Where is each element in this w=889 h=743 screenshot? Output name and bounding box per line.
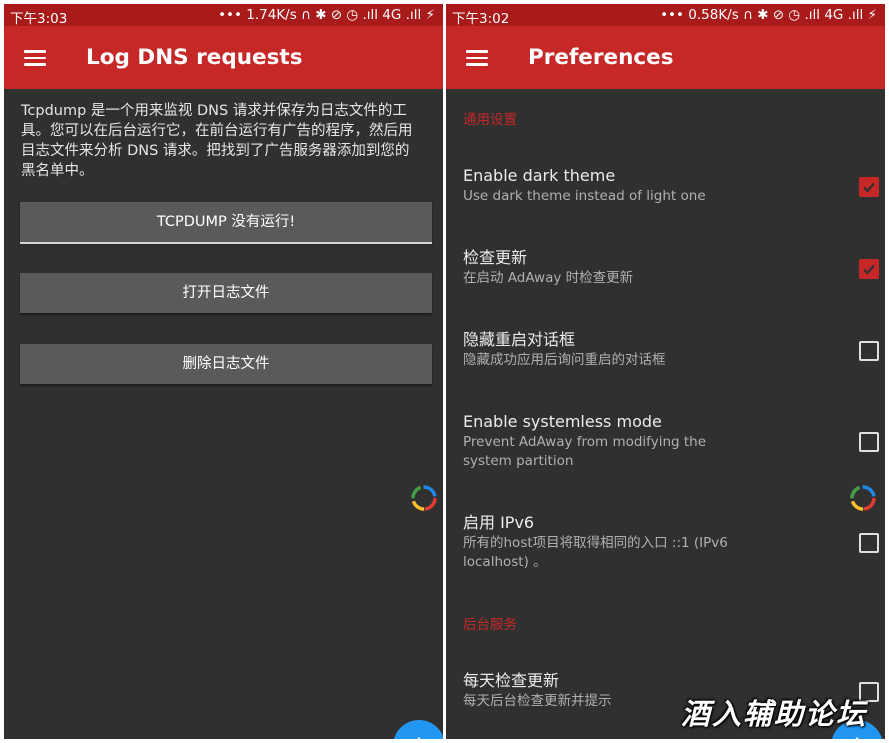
tcpdump-toggle-label: TCPDUMP 没有运行! [156, 214, 296, 230]
fab-button[interactable]: + [393, 720, 443, 739]
status-time: 下午3:03 [10, 11, 68, 27]
forum-watermark: 酒入辅助论坛 [680, 697, 867, 731]
pref-summary: 所有的host项目将取得相同的入口 ::1 (IPv6 localhost) 。 [463, 535, 728, 570]
pref-summary: 在启动 AdAway 时检查更新 [463, 270, 634, 286]
app-toolbar: Preferences [446, 26, 885, 89]
pref-title: 隐藏重启对话框 [463, 330, 576, 349]
preferences-screen: 下午3:02 ••• 0.58K/s ∩ ✱ ⊘ ◷ .ıll 4G .ıll … [446, 4, 885, 739]
app-toolbar: Log DNS requests [4, 26, 443, 89]
checkbox-unchecked[interactable] [859, 341, 879, 361]
pref-summary: Prevent AdAway from modifying the system… [463, 434, 707, 469]
hamburger-icon[interactable] [466, 50, 488, 66]
pref-summary: 隐藏成功应用后询问重启的对话框 [463, 352, 666, 368]
progress-spinner-icon [411, 485, 437, 511]
checkbox-unchecked[interactable] [859, 432, 879, 452]
pref-title: Enable dark theme [463, 166, 616, 185]
progress-spinner-icon [850, 485, 876, 511]
pref-hide-reboot-dialog[interactable]: 隐藏重启对话框 隐藏成功应用后询问重启的对话框 [463, 329, 879, 370]
status-indicators: ••• 1.74K/s ∩ ✱ ⊘ ◷ .ıll 4G .ıll ⚡ [218, 7, 435, 23]
hamburger-icon[interactable] [24, 50, 46, 66]
checkbox-checked[interactable] [859, 259, 879, 279]
delete-log-button[interactable]: 删除日志文件 [20, 344, 432, 384]
status-indicators: ••• 0.58K/s ∩ ✱ ⊘ ◷ .ıll 4G .ıll ⚡ [660, 7, 877, 23]
status-time: 下午3:02 [452, 11, 510, 27]
page-title: Preferences [528, 45, 674, 70]
open-log-label: 打开日志文件 [182, 285, 270, 301]
delete-log-label: 删除日志文件 [182, 356, 270, 372]
pref-summary: Use dark theme instead of light one [463, 188, 706, 204]
pref-title: 启用 IPv6 [463, 513, 535, 532]
check-icon [863, 182, 875, 193]
section-header-general: 通用设置 [463, 112, 517, 128]
status-bar: 下午3:03 ••• 1.74K/s ∩ ✱ ⊘ ◷ .ıll 4G .ıll … [4, 4, 443, 27]
pref-enable-ipv6[interactable]: 启用 IPv6 所有的host项目将取得相同的入口 ::1 (IPv6 loca… [463, 512, 879, 572]
tcpdump-description: Tcpdump 是一个用来监视 DNS 请求并保存为日志文件的工具。您可以在后台… [21, 103, 413, 179]
pref-title: Enable systemless mode [463, 412, 662, 431]
pref-check-updates[interactable]: 检查更新 在启动 AdAway 时检查更新 [463, 247, 879, 288]
button-underline [20, 242, 432, 244]
checkbox-checked[interactable] [859, 177, 879, 197]
plus-icon: + [407, 729, 430, 739]
tcpdump-toggle-button[interactable]: TCPDUMP 没有运行! [20, 202, 432, 244]
open-log-button[interactable]: 打开日志文件 [20, 273, 432, 313]
pref-dark-theme[interactable]: Enable dark theme Use dark theme instead… [463, 165, 879, 206]
pref-systemless-mode[interactable]: Enable systemless mode Prevent AdAway fr… [463, 411, 879, 471]
check-icon [863, 264, 875, 275]
checkbox-unchecked[interactable] [859, 533, 879, 553]
page-title: Log DNS requests [86, 45, 303, 70]
pref-title: 检查更新 [463, 248, 528, 267]
pref-title: 每天检查更新 [463, 671, 560, 690]
section-header-background: 后台服务 [463, 617, 517, 633]
status-bar: 下午3:02 ••• 0.58K/s ∩ ✱ ⊘ ◷ .ıll 4G .ıll … [446, 4, 885, 27]
log-dns-screen: 下午3:03 ••• 1.74K/s ∩ ✱ ⊘ ◷ .ıll 4G .ıll … [4, 4, 443, 739]
